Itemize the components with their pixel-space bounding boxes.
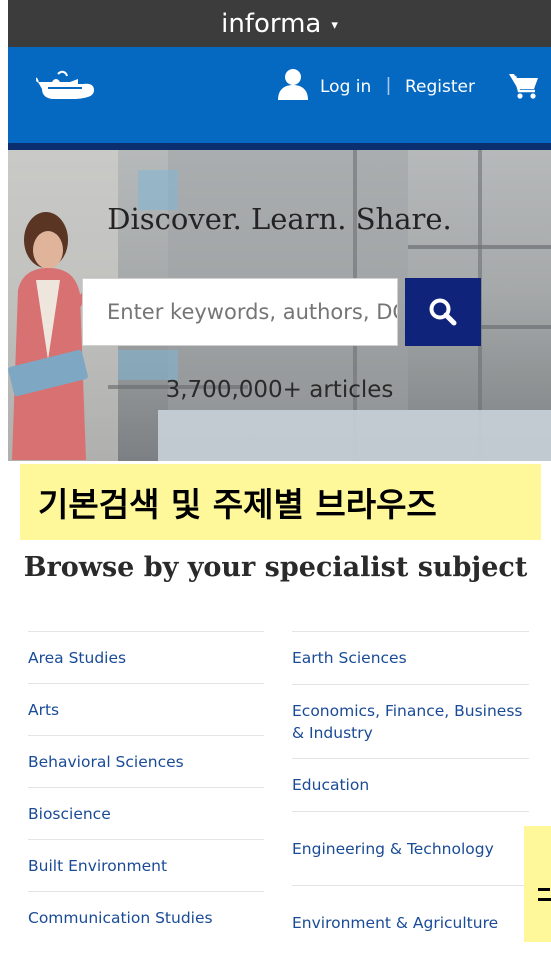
informa-brand: informa xyxy=(221,8,322,39)
subject-list-right: Earth Sciences Economics, Finance, Busin… xyxy=(292,631,529,959)
subject-link[interactable]: Behavioral Sciences xyxy=(28,735,264,787)
browse-title: Browse by your specialist subject xyxy=(23,552,528,583)
annotation-glyph xyxy=(538,862,550,891)
search-button[interactable] xyxy=(405,278,481,346)
chevron-down-icon: ▾ xyxy=(331,18,338,33)
login-link[interactable]: Log in xyxy=(320,77,371,97)
site-header: Log in | Register xyxy=(8,47,551,150)
annotation-label: 기본검색 및 주제별 브라우즈 xyxy=(20,464,541,540)
subject-link[interactable]: Communication Studies xyxy=(28,891,264,943)
hero-background-shelf xyxy=(408,245,551,249)
article-count: 3,700,000+ articles xyxy=(165,377,394,403)
subject-link[interactable]: Engineering & Technology xyxy=(292,811,529,885)
subject-link[interactable]: Economics, Finance, Business & Industry xyxy=(292,684,529,758)
header-separator: | xyxy=(386,75,391,96)
subject-list-left: Area Studies Arts Behavioral Sciences Bi… xyxy=(28,631,264,943)
register-link[interactable]: Register xyxy=(405,77,475,97)
subject-link[interactable]: Environment & Agriculture xyxy=(292,885,529,959)
subject-link[interactable]: Earth Sciences xyxy=(292,631,529,684)
user-icon[interactable] xyxy=(276,68,310,105)
subject-link[interactable]: Built Environment xyxy=(28,839,264,891)
hero-background-counter xyxy=(158,410,551,461)
search-input[interactable] xyxy=(82,278,398,346)
search-icon xyxy=(429,298,457,326)
hero-background-box xyxy=(118,350,178,380)
subject-link[interactable]: Education xyxy=(292,758,529,811)
annotation-label-partial xyxy=(524,826,551,942)
hero-tagline: Discover. Learn. Share. xyxy=(107,202,452,236)
annotation-glyph xyxy=(538,898,551,901)
subject-link[interactable]: Bioscience xyxy=(28,787,264,839)
cart-icon[interactable] xyxy=(509,72,539,104)
informa-brand-bar[interactable]: informa ▾ xyxy=(8,0,551,47)
lamp-logo-icon[interactable] xyxy=(35,68,100,107)
hero-banner: Discover. Learn. Share. 3,700,000+ artic… xyxy=(8,150,551,461)
subject-link[interactable]: Area Studies xyxy=(28,631,264,683)
subject-link[interactable]: Arts xyxy=(28,683,264,735)
